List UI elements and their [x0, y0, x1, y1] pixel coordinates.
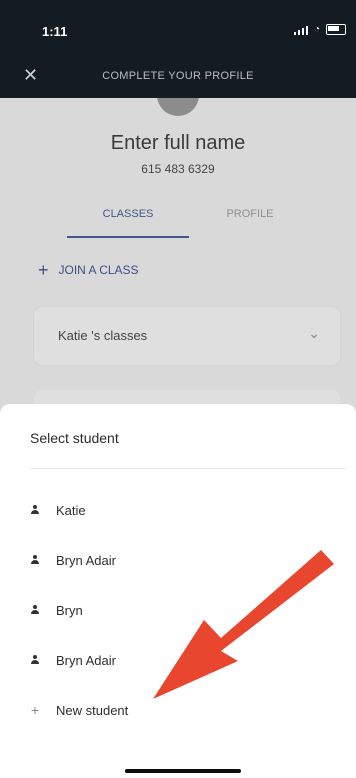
classes-dropdown[interactable]: Katie 's classes ⌄: [34, 307, 340, 365]
status-icons: ◔: [293, 24, 346, 35]
signal-icon: [293, 25, 308, 35]
header: ✕ COMPLETE YOUR PROFILE: [0, 58, 356, 98]
page-title: COMPLETE YOUR PROFILE: [102, 70, 254, 82]
join-class-button[interactable]: + JOIN A CLASS: [38, 260, 139, 280]
person-icon: [30, 655, 40, 665]
student-name: Katie: [56, 502, 86, 518]
plus-icon: +: [30, 702, 40, 718]
student-name: Bryn Adair: [56, 552, 116, 568]
person-icon: [30, 555, 40, 565]
student-item[interactable]: Bryn Adair: [30, 646, 116, 674]
student-item[interactable]: Bryn Adair: [30, 546, 116, 574]
select-student-sheet: Select student Katie Bryn Adair Bryn Bry…: [0, 404, 356, 778]
avatar: [157, 98, 199, 116]
status-bar: 1:11 ◔: [0, 0, 356, 58]
student-name: Bryn Adair: [56, 652, 116, 668]
tab-classes[interactable]: CLASSES: [67, 200, 189, 238]
profile-tabs: CLASSES PROFILE: [0, 200, 356, 238]
profile-content: Enter full name 615 483 6329 CLASSES PRO…: [0, 98, 356, 404]
chevron-down-icon: ⌄: [308, 325, 320, 341]
student-item[interactable]: Katie: [30, 496, 86, 524]
sheet-divider: [30, 468, 346, 469]
new-student-button[interactable]: + New student: [30, 696, 128, 724]
home-indicator: [125, 769, 241, 773]
tab-profile[interactable]: PROFILE: [189, 200, 311, 238]
new-student-label: New student: [56, 702, 129, 718]
student-item[interactable]: Bryn: [30, 596, 83, 624]
student-name: Bryn: [56, 602, 83, 618]
profile-phone: 615 483 6329: [141, 162, 215, 176]
sheet-title: Select student: [30, 430, 119, 446]
battery-icon: [326, 24, 346, 35]
card-peek: [34, 390, 340, 404]
status-time: 1:11: [42, 24, 68, 39]
plus-icon: +: [38, 260, 49, 280]
wifi-icon: ◔: [313, 24, 320, 35]
classes-dropdown-label: Katie 's classes: [58, 328, 148, 343]
person-icon: [30, 505, 40, 515]
person-icon: [30, 605, 40, 615]
join-class-label: JOIN A CLASS: [58, 263, 139, 277]
profile-name[interactable]: Enter full name: [0, 132, 356, 155]
